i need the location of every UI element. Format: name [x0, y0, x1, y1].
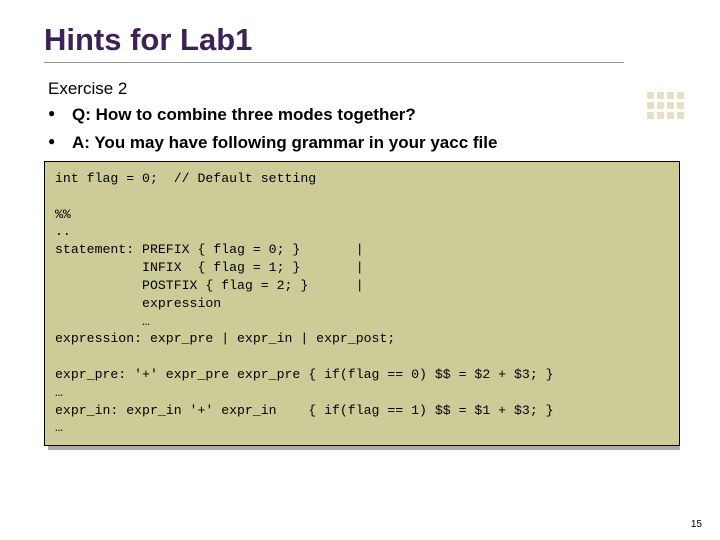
code-block-wrapper: int flag = 0; // Default setting %% .. s…	[44, 161, 676, 446]
bullet-question: Q: How to combine three modes together?	[48, 105, 676, 125]
bullet-answer: A: You may have following grammar in you…	[48, 133, 676, 153]
bullet-list: Q: How to combine three modes together? …	[48, 105, 676, 153]
page-number: 15	[691, 519, 702, 530]
code-block: int flag = 0; // Default setting %% .. s…	[44, 161, 680, 446]
title-rule	[44, 62, 624, 63]
slide-title: Hints for Lab1	[44, 22, 676, 58]
exercise-label: Exercise 2	[48, 79, 676, 99]
slide-content: Hints for Lab1 Exercise 2 Q: How to comb…	[0, 0, 720, 446]
